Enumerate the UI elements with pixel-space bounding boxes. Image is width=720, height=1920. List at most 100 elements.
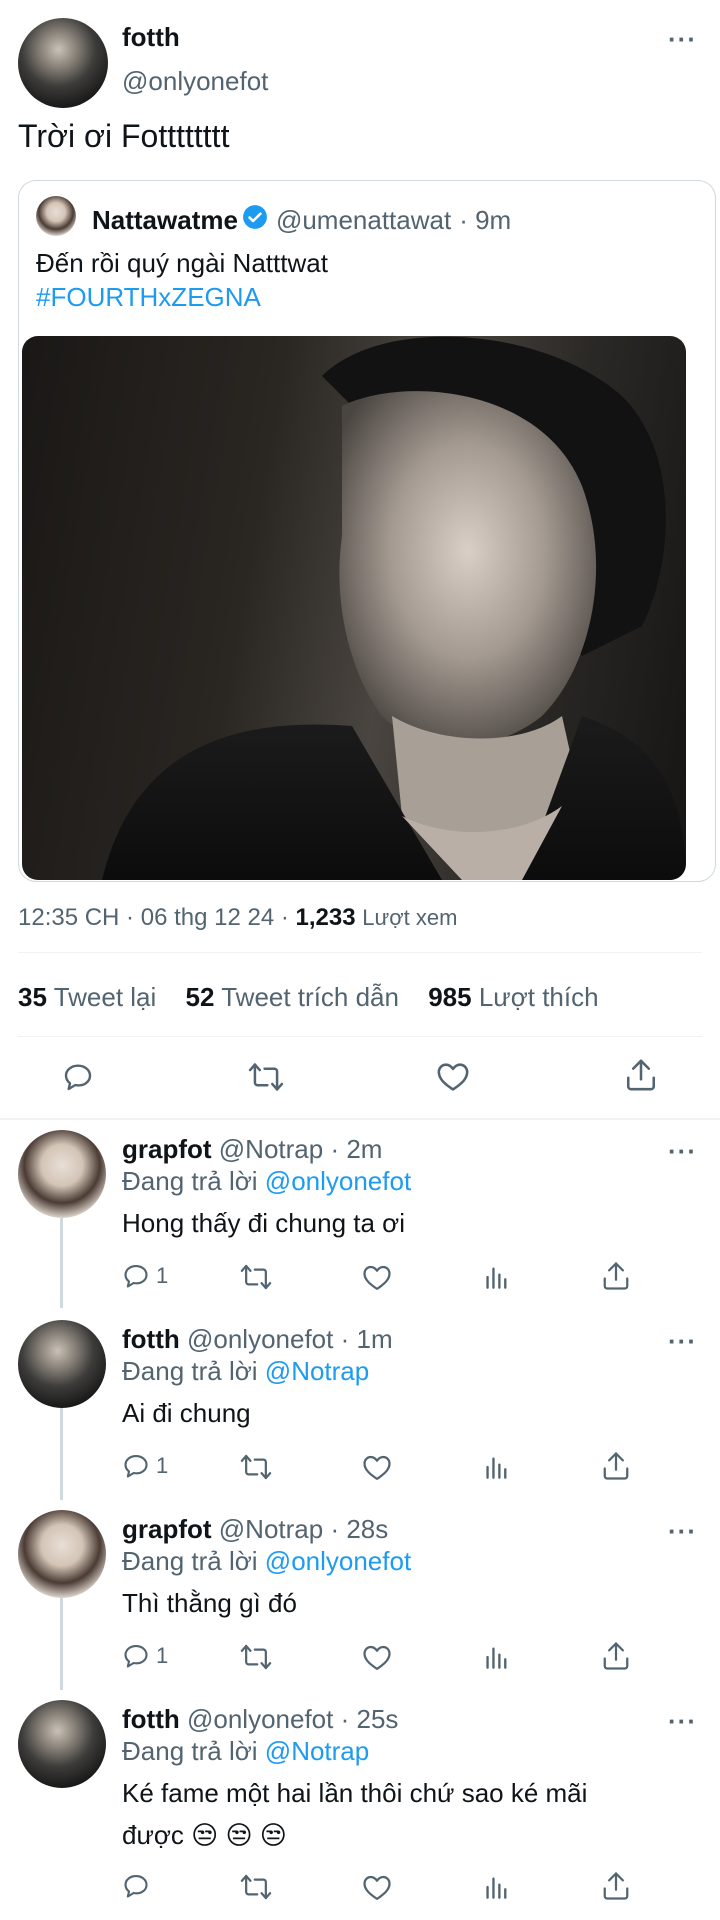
retweets-count: 35 <box>18 982 47 1012</box>
quoted-tweet-text: Đến rồi quý ngài Natttwat <box>36 248 328 278</box>
replying-to-handle[interactable]: @onlyonefot <box>265 1166 411 1196</box>
reply-time: · 28s <box>330 1514 389 1544</box>
thread-line <box>60 1408 63 1500</box>
analytics-icon[interactable] <box>484 1874 510 1900</box>
reply-author-handle[interactable]: @onlyonefot <box>187 1324 333 1354</box>
like-icon[interactable] <box>362 1263 392 1291</box>
more-options-icon[interactable]: ··· <box>668 1706 697 1737</box>
retweets-stat[interactable]: 35 Tweet lại <box>18 982 156 1012</box>
like-icon[interactable] <box>362 1643 392 1671</box>
retweet-icon[interactable] <box>240 1873 272 1901</box>
verified-badge-icon <box>242 204 268 237</box>
replying-to: Đang trả lời @onlyonefot <box>122 1546 411 1577</box>
analytics-icon[interactable] <box>484 1264 510 1290</box>
reply-action[interactable]: 1 <box>122 1452 168 1480</box>
replying-to-handle[interactable]: @Notrap <box>265 1356 369 1386</box>
quoted-author-row: Nattawatme @umenattawat · 9m <box>92 204 511 237</box>
share-icon[interactable] <box>602 1261 630 1291</box>
view-count: 1,233 <box>295 904 356 931</box>
quoted-author-name: Nattawatme <box>92 205 238 235</box>
reply-author-avatar[interactable] <box>18 1130 106 1218</box>
reply-action[interactable] <box>122 1872 156 1900</box>
reply-text: Ké fame một hai lần thôi chứ sao ké mãi <box>122 1778 588 1808</box>
divider <box>18 1036 702 1037</box>
replying-to-handle[interactable]: @onlyonefot <box>265 1546 411 1576</box>
quoted-time: · 9m <box>459 205 512 235</box>
retweet-icon[interactable] <box>240 1643 272 1671</box>
reply-author-handle[interactable]: @Notrap <box>219 1134 323 1164</box>
retweet-icon[interactable] <box>248 1061 284 1093</box>
more-options-icon[interactable]: ··· <box>668 1516 697 1547</box>
share-icon[interactable] <box>602 1451 630 1481</box>
replying-to-label: Đang trả lời <box>122 1356 258 1386</box>
reply-header: grapfot @Notrap · 2m <box>122 1134 382 1165</box>
replying-to-label: Đang trả lời <box>122 1546 258 1576</box>
reply-text: Ai đi chung <box>122 1398 251 1428</box>
stats-row: 35 Tweet lại 52 Tweet trích dẫn 985 Lượt… <box>18 982 599 1013</box>
quoted-tweet-image[interactable] <box>22 336 686 880</box>
analytics-icon[interactable] <box>484 1454 510 1480</box>
author-name[interactable]: fotth <box>122 22 180 53</box>
likes-count: 985 <box>428 982 472 1012</box>
like-icon[interactable] <box>436 1060 470 1092</box>
tweet-meta: 12:35 CH · 06 thg 12 24 · 1,233 Lượt xem <box>18 904 457 932</box>
reply-header: fotth @onlyonefot · 25s <box>122 1704 398 1735</box>
author-handle[interactable]: @onlyonefot <box>122 66 268 97</box>
replying-to-handle[interactable]: @Notrap <box>265 1736 369 1766</box>
share-icon[interactable] <box>602 1641 630 1671</box>
analytics-icon[interactable] <box>484 1644 510 1670</box>
reply-time: · 1m <box>340 1324 393 1354</box>
quotes-count: 52 <box>185 982 215 1012</box>
likes-stat[interactable]: 985 Lượt thích <box>428 982 598 1012</box>
quoted-author-avatar <box>36 196 76 236</box>
reply-action[interactable]: 1 <box>122 1262 168 1290</box>
more-options-icon[interactable]: ··· <box>668 24 697 55</box>
tweet-timestamp[interactable]: 12:35 CH · 06 thg 12 24 · <box>18 904 296 931</box>
reply-count: 1 <box>156 1643 169 1668</box>
replying-to: Đang trả lời @Notrap <box>122 1736 369 1767</box>
replying-to: Đang trả lời @Notrap <box>122 1356 369 1387</box>
reply-header: fotth @onlyonefot · 1m <box>122 1324 393 1355</box>
reply-icon <box>122 1872 150 1900</box>
reply-author-name[interactable]: grapfot <box>122 1134 212 1164</box>
reply-action[interactable]: 1 <box>122 1642 168 1670</box>
quoted-hashtag[interactable]: #FOURTHxZEGNA <box>36 282 261 313</box>
reply-text-continued: được 😒 😒 😒 <box>122 1820 287 1850</box>
replying-to: Đang trả lời @onlyonefot <box>122 1166 411 1197</box>
tweet-text: Trời ơi Fotttttttt <box>18 118 230 154</box>
reply-count: 1 <box>156 1263 169 1288</box>
reply-text: Thì thằng gì đó <box>122 1588 297 1618</box>
reply-icon[interactable] <box>62 1061 94 1093</box>
author-avatar[interactable] <box>18 18 108 108</box>
reply-author-avatar[interactable] <box>18 1700 106 1788</box>
divider <box>18 952 702 953</box>
reply-time: · 25s <box>340 1704 399 1734</box>
reply-text: Hong thấy đi chung ta ơi <box>122 1208 406 1238</box>
retweet-icon[interactable] <box>240 1453 272 1481</box>
reply-count: 1 <box>156 1453 169 1478</box>
reply-author-name[interactable]: grapfot <box>122 1514 212 1544</box>
thread-line <box>60 1218 63 1308</box>
reply-author-avatar[interactable] <box>18 1320 106 1408</box>
reply-author-handle[interactable]: @onlyonefot <box>187 1704 333 1734</box>
like-icon[interactable] <box>362 1453 392 1481</box>
likes-label: Lượt thích <box>478 982 599 1012</box>
share-icon[interactable] <box>602 1871 630 1901</box>
reply-time: · 2m <box>330 1134 383 1164</box>
reply-icon <box>122 1262 150 1290</box>
section-separator <box>0 1118 720 1120</box>
replying-to-label: Đang trả lời <box>122 1166 258 1196</box>
like-icon[interactable] <box>362 1873 392 1901</box>
reply-author-handle[interactable]: @Notrap <box>219 1514 323 1544</box>
more-options-icon[interactable]: ··· <box>668 1136 697 1167</box>
reply-header: grapfot @Notrap · 28s <box>122 1514 388 1545</box>
retweet-icon[interactable] <box>240 1263 272 1291</box>
share-icon[interactable] <box>625 1058 657 1092</box>
reply-author-name[interactable]: fotth <box>122 1324 180 1354</box>
more-options-icon[interactable]: ··· <box>668 1326 697 1357</box>
retweets-label: Tweet lại <box>53 982 157 1012</box>
reply-author-avatar[interactable] <box>18 1510 106 1598</box>
quotes-stat[interactable]: 52 Tweet trích dẫn <box>186 982 399 1012</box>
reply-author-name[interactable]: fotth <box>122 1704 180 1734</box>
reply-icon <box>122 1642 150 1670</box>
